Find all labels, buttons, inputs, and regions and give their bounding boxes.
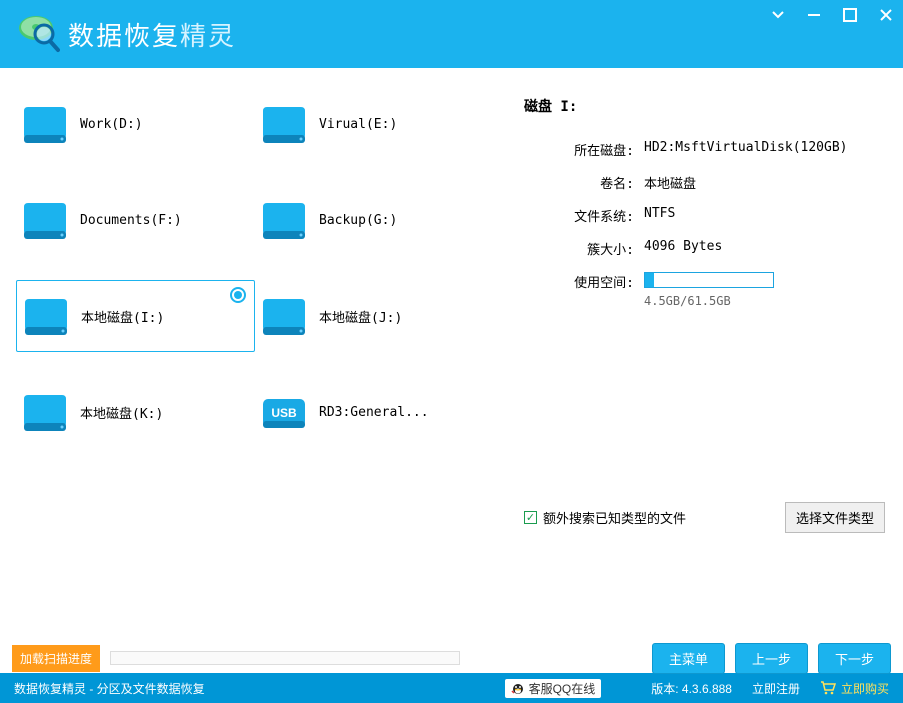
footer-title: 数据恢复精灵 - 分区及文件数据恢复 [14,680,205,697]
svg-text:USB: USB [271,406,297,420]
main-content: Work(D:) Virual(E:) Documents(F:) Backup(G:… [0,68,903,640]
drive-label: Virual(E:) [319,117,397,132]
minimize-icon[interactable] [805,8,823,22]
load-progress-button[interactable]: 加载扫描进度 [12,645,100,672]
register-link[interactable]: 立即注册 [752,680,800,697]
info-label: 卷名: [524,173,644,192]
info-label: 所在磁盘: [524,140,644,159]
details-panel: 磁盘 I: 所在磁盘: HD2:MsftVirtualDisk(120GB) 卷… [506,68,903,640]
buy-link[interactable]: 立即购买 [820,680,889,697]
drive-item[interactable]: Work(D:) [16,88,255,160]
bottom-bar: 加载扫描进度 主菜单 上一步 下一步 [0,643,903,673]
drive-item[interactable]: USB RD3:General... [255,376,494,448]
drive-item[interactable]: Backup(G:) [255,184,494,256]
app-title: 数据恢复精灵 [68,16,236,53]
qq-support-button[interactable]: 客服QQ在线 [505,679,602,698]
info-row-fs: 文件系统: NTFS [524,206,885,225]
disk-title: 磁盘 I: [524,96,885,116]
version-text: 版本: 4.3.6.888 [651,680,732,697]
extra-search-label: 额外搜索已知类型的文件 [543,508,686,527]
info-label: 使用空间: [524,272,644,308]
select-filetype-button[interactable]: 选择文件类型 [785,502,885,533]
drive-item[interactable]: Virual(E:) [255,88,494,160]
main-menu-button[interactable]: 主菜单 [652,643,725,674]
drive-label: RD3:General... [319,405,429,420]
drive-item[interactable]: 本地磁盘(K:) [16,376,255,448]
drive-item[interactable]: Documents(F:) [16,184,255,256]
info-value: NTFS [644,206,675,225]
qq-penguin-icon [511,681,525,695]
progress-track [110,651,460,665]
drive-label: Documents(F:) [80,213,182,228]
info-label: 簇大小: [524,239,644,258]
selected-radio-icon [230,287,246,303]
titlebar: 数据恢复精灵 [0,0,903,68]
drive-item[interactable]: 本地磁盘(I:) [16,280,255,352]
info-value: 4096 Bytes [644,239,722,258]
magnifier-disk-icon [16,12,60,56]
next-button[interactable]: 下一步 [818,643,891,674]
prev-button[interactable]: 上一步 [735,643,808,674]
window-controls [769,8,895,22]
info-row-usage: 使用空间: 4.5GB/61.5GB [524,272,885,308]
drive-label: 本地磁盘(I:) [81,307,164,326]
info-row-disk: 所在磁盘: HD2:MsftVirtualDisk(120GB) [524,140,885,159]
maximize-icon[interactable] [841,8,859,22]
info-value: 本地磁盘 [644,173,696,192]
info-label: 文件系统: [524,206,644,225]
usage-text: 4.5GB/61.5GB [644,294,774,308]
info-value: HD2:MsftVirtualDisk(120GB) [644,140,848,159]
close-icon[interactable] [877,8,895,22]
app-logo: 数据恢复精灵 [16,12,236,56]
drive-list: Work(D:) Virual(E:) Documents(F:) Backup(G:… [0,68,506,640]
info-row-cluster: 簇大小: 4096 Bytes [524,239,885,258]
drive-label: 本地磁盘(K:) [80,403,163,422]
info-row-volname: 卷名: 本地磁盘 [524,173,885,192]
cart-icon [820,681,836,695]
drive-item[interactable]: 本地磁盘(J:) [255,280,494,352]
checkbox-icon: ✓ [524,511,537,524]
drive-label: Backup(G:) [319,213,397,228]
dropdown-icon[interactable] [769,8,787,22]
extra-search-checkbox[interactable]: ✓ 额外搜索已知类型的文件 [524,508,686,527]
footer: 数据恢复精灵 - 分区及文件数据恢复 客服QQ在线 版本: 4.3.6.888 … [0,673,903,703]
usage-bar [644,272,774,288]
drive-label: Work(D:) [80,117,143,132]
drive-label: 本地磁盘(J:) [319,307,402,326]
